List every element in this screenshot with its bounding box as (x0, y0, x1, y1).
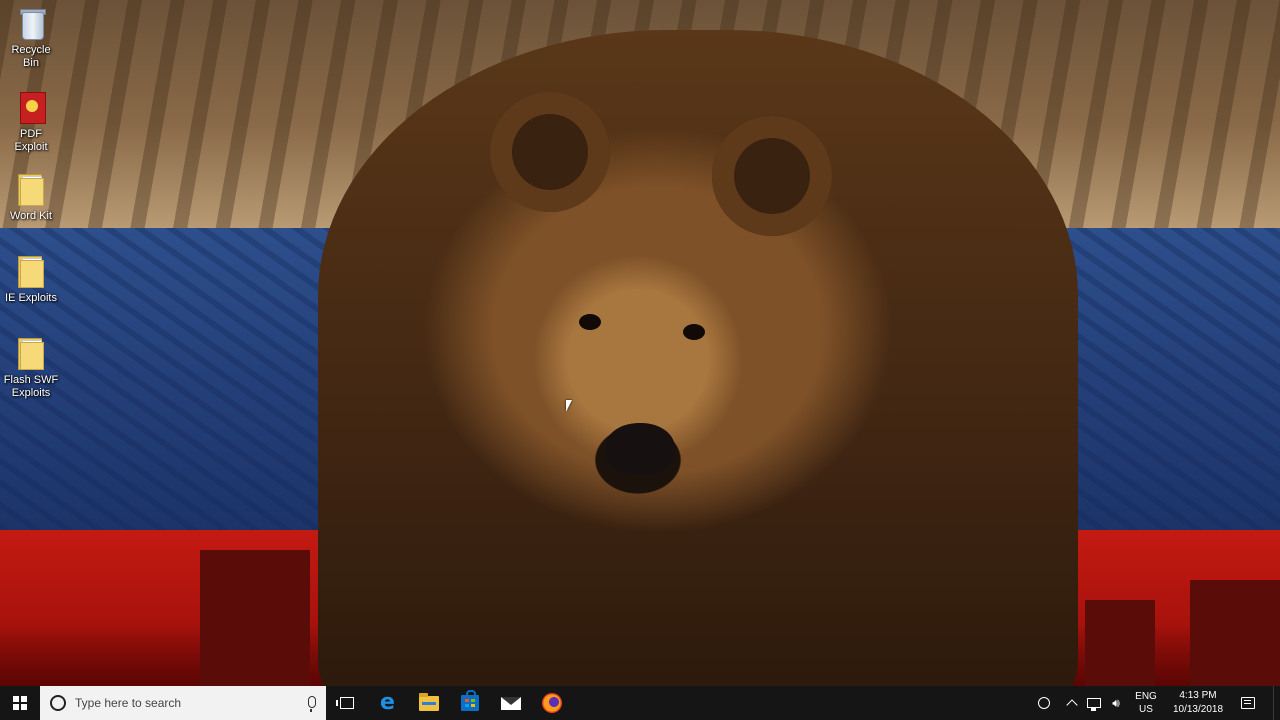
desktop-icon-word-kit[interactable]: Word Kit (2, 172, 60, 223)
folder-icon (16, 336, 46, 370)
desktop-icon-label: Word Kit (10, 210, 52, 222)
bear-eye (579, 314, 601, 330)
network-icon (1087, 698, 1101, 711)
firefox-button[interactable] (531, 686, 572, 720)
store-icon (460, 690, 479, 711)
show-hidden-icons-button[interactable] (1063, 686, 1081, 720)
region-code: US (1139, 704, 1153, 715)
desktop-icon-ie-exploits[interactable]: IE Exploits (2, 254, 60, 305)
notification-icon (1241, 697, 1255, 709)
microphone-icon[interactable] (308, 696, 316, 712)
bear-ear (712, 116, 832, 236)
taskbar: e 🔊︎ ENG US 4:13 PM 10/13/2018 (0, 686, 1280, 720)
desktop-icon-recycle-bin[interactable]: Recycle Bin (2, 6, 60, 70)
desktop-icon-label: PDF Exploit (14, 128, 48, 153)
folder-icon (16, 254, 46, 288)
action-center-button[interactable] (1233, 686, 1263, 720)
network-button[interactable] (1085, 686, 1103, 720)
file-explorer-button[interactable] (408, 686, 449, 720)
edge-icon: e (380, 690, 395, 715)
chevron-up-icon (1066, 699, 1078, 711)
task-view-icon (335, 697, 354, 709)
store-button[interactable] (449, 686, 490, 720)
mail-icon (500, 696, 521, 710)
windows-logo-icon (13, 696, 27, 710)
people-button[interactable] (1035, 686, 1053, 720)
desktop-wallpaper (0, 0, 1280, 686)
speaker-icon: 🔊︎ (1112, 695, 1120, 710)
mouse-cursor (566, 400, 572, 412)
mail-button[interactable] (490, 686, 531, 720)
kremlin-building-shape (1190, 580, 1280, 686)
language-code: ENG (1135, 691, 1157, 702)
search-input[interactable] (75, 696, 295, 710)
bear-image (318, 30, 1078, 686)
edge-button[interactable]: e (367, 686, 408, 720)
folder-icon (16, 172, 46, 206)
desktop-icon-label: Flash SWF Exploits (3, 374, 59, 399)
input-language-indicator[interactable]: ENG US (1127, 690, 1165, 716)
pdf-document-icon (16, 90, 46, 124)
desktop-icon-pdf-exploit[interactable]: PDF Exploit (2, 90, 60, 154)
cortana-circle-icon (50, 695, 66, 711)
desktop-icon-flash-swf-exploits[interactable]: Flash SWF Exploits (2, 336, 60, 400)
bear-eye (683, 324, 705, 340)
desktop-icon-label: IE Exploits (5, 292, 57, 304)
taskbar-search-box[interactable] (40, 686, 326, 720)
desktop-icon-label: Recycle Bin (11, 44, 51, 69)
bear-ear (490, 92, 610, 212)
clock-date: 10/13/2018 (1172, 704, 1224, 715)
bear-nose (605, 423, 675, 475)
volume-button[interactable]: 🔊︎ (1107, 686, 1125, 720)
folder-icon (418, 692, 439, 711)
firefox-icon (541, 693, 562, 713)
people-icon (1038, 697, 1050, 709)
kremlin-tower-shape (200, 550, 310, 686)
kremlin-building-shape (1085, 600, 1155, 686)
start-button[interactable] (0, 686, 40, 720)
system-tray: 🔊︎ ENG US 4:13 PM 10/13/2018 (1033, 686, 1280, 720)
clock-time: 4:13 PM (1179, 690, 1217, 701)
clock[interactable]: 4:13 PM 10/13/2018 (1165, 689, 1231, 717)
recycle-bin-icon (16, 6, 46, 40)
show-desktop-button[interactable] (1273, 686, 1280, 720)
task-view-button[interactable] (326, 686, 367, 720)
